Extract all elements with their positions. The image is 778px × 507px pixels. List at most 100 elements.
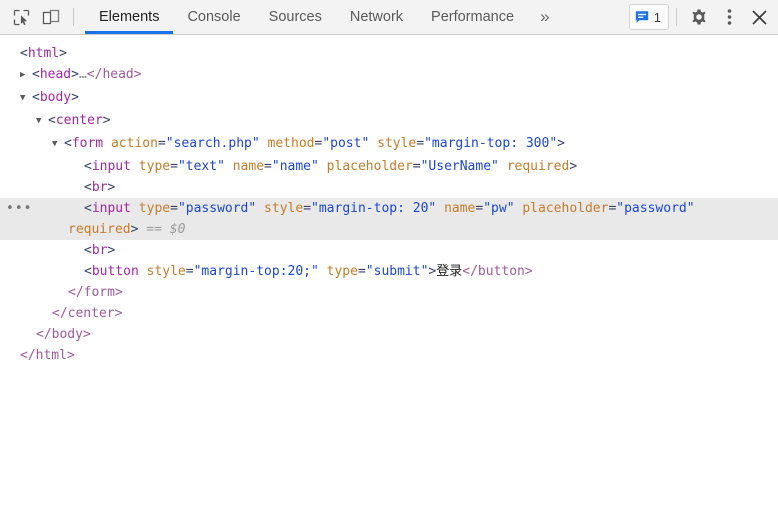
dom-node-br-1[interactable]: <br> [0,177,778,198]
dom-node-form-close[interactable]: </form> [0,282,778,303]
tab-elements-label: Elements [99,9,160,25]
eq: = [412,159,421,174]
tag-form-close: </form> [68,285,123,300]
eq: = [170,159,178,174]
tag-button-close: </button> [462,264,533,279]
punct-lt: < [84,243,92,258]
dom-node-html-open[interactable]: <html> [0,43,778,64]
punct-gt: > [107,180,116,195]
quote: " [271,159,280,174]
tag-input-text: input [91,159,131,174]
eq: = [416,136,425,151]
punct-gt: > [59,46,67,61]
dom-node-button[interactable]: <button style="margin-top:20;" type="sub… [0,261,778,282]
close-icon[interactable] [744,3,774,31]
attr-input1-type: type [138,159,171,174]
twisty-collapsed-icon[interactable]: ▶ [20,65,32,86]
attr-input2-type: type [138,201,171,216]
node-badge-dots[interactable]: ••• [6,198,32,219]
tab-console-label: Console [187,9,241,25]
tag-input-password: input [91,201,131,216]
inspect-cursor-icon[interactable] [6,3,36,31]
dom-node-input-text[interactable]: <input type="text" name="name" placehold… [0,156,778,177]
more-vertical-icon-glyph [727,9,731,25]
attr-input2-style: style [264,201,304,216]
quote: " [311,201,319,216]
message-bubble-icon [635,11,648,23]
punct-gt: > [102,113,111,128]
quote: " [322,136,331,151]
device-toolbar-icon[interactable] [36,3,66,31]
attrval-input2-placeholder: password [624,201,687,216]
punct-gt: > [557,136,565,151]
tab-network[interactable]: Network [336,0,417,34]
attrval-form-action: search.php [173,136,252,151]
quote: " [483,201,492,216]
punct-lt: < [20,46,28,61]
punct-lt: < [64,136,72,151]
twisty-expanded-icon[interactable]: ▼ [20,88,32,109]
dom-node-body-close[interactable]: </body> [0,324,778,345]
dom-node-center-open[interactable]: ▼ <center> [0,110,778,133]
attr-input2-name: name [444,201,476,216]
dom-node-input-password[interactable]: ••• <input type="password" style="margin-… [0,198,778,219]
quote: " [311,159,319,174]
more-tabs-button[interactable]: » [528,0,561,34]
inspect-cursor-icon-glyph [13,9,29,25]
eq: = [264,159,272,174]
attr-input1-required: required [506,159,570,174]
twisty-expanded-icon[interactable]: ▼ [52,134,64,155]
tag-center: center [55,113,103,128]
dom-node-form-open[interactable]: ▼ <form action="search.php" method="post"… [0,133,778,156]
device-toolbar-icon-glyph [42,9,60,24]
tag-head-close: </head> [86,67,142,82]
dom-node-body-open[interactable]: ▼ <body> [0,87,778,110]
punct-lt: < [48,113,56,128]
punct-lt: < [32,67,40,82]
tab-performance[interactable]: Performance [417,0,528,34]
quote: " [165,136,174,151]
dom-node-br-2[interactable]: <br> [0,240,778,261]
quote: " [686,201,695,216]
tab-elements[interactable]: Elements [85,0,174,34]
dom-node-center-close[interactable]: </center> [0,303,778,324]
attrval-input1-placeholder: UserName [428,159,492,174]
toolbar-left-controls [0,0,81,34]
dom-node-input-password-wrap[interactable]: required> == $0 [0,219,778,240]
attr-button-type: type [326,264,358,279]
tag-html: html [27,46,60,61]
gear-icon[interactable] [684,3,714,31]
tag-br: br [91,243,108,258]
tab-sources-label: Sources [268,9,322,25]
attrval-input1-type: text [185,159,218,174]
dom-node-html-close[interactable]: </html> [0,345,778,366]
attr-input1-name: name [232,159,265,174]
attr-form-style: style [377,136,417,151]
quote: " [365,264,374,279]
attrval-input2-type: password [185,201,249,216]
attr-input2-required: required [68,222,131,237]
toolbar-right-controls: 1 [628,0,778,34]
more-vertical-icon[interactable] [714,3,744,31]
tab-sources[interactable]: Sources [255,0,336,34]
message-count-label: 1 [653,9,661,25]
dom-node-head[interactable]: ▶ <head>…</head> [0,64,778,87]
attr-form-action: action [110,136,158,151]
toolbar-divider-right [676,8,677,26]
quote: " [506,201,515,216]
punct-lt: < [84,264,92,279]
head-ellipsis: … [78,67,87,82]
quote: " [251,136,260,151]
tab-console[interactable]: Console [173,0,254,34]
punct-lt: < [32,90,40,105]
message-count-badge[interactable]: 1 [628,4,669,30]
twisty-expanded-icon[interactable]: ▼ [36,111,48,132]
